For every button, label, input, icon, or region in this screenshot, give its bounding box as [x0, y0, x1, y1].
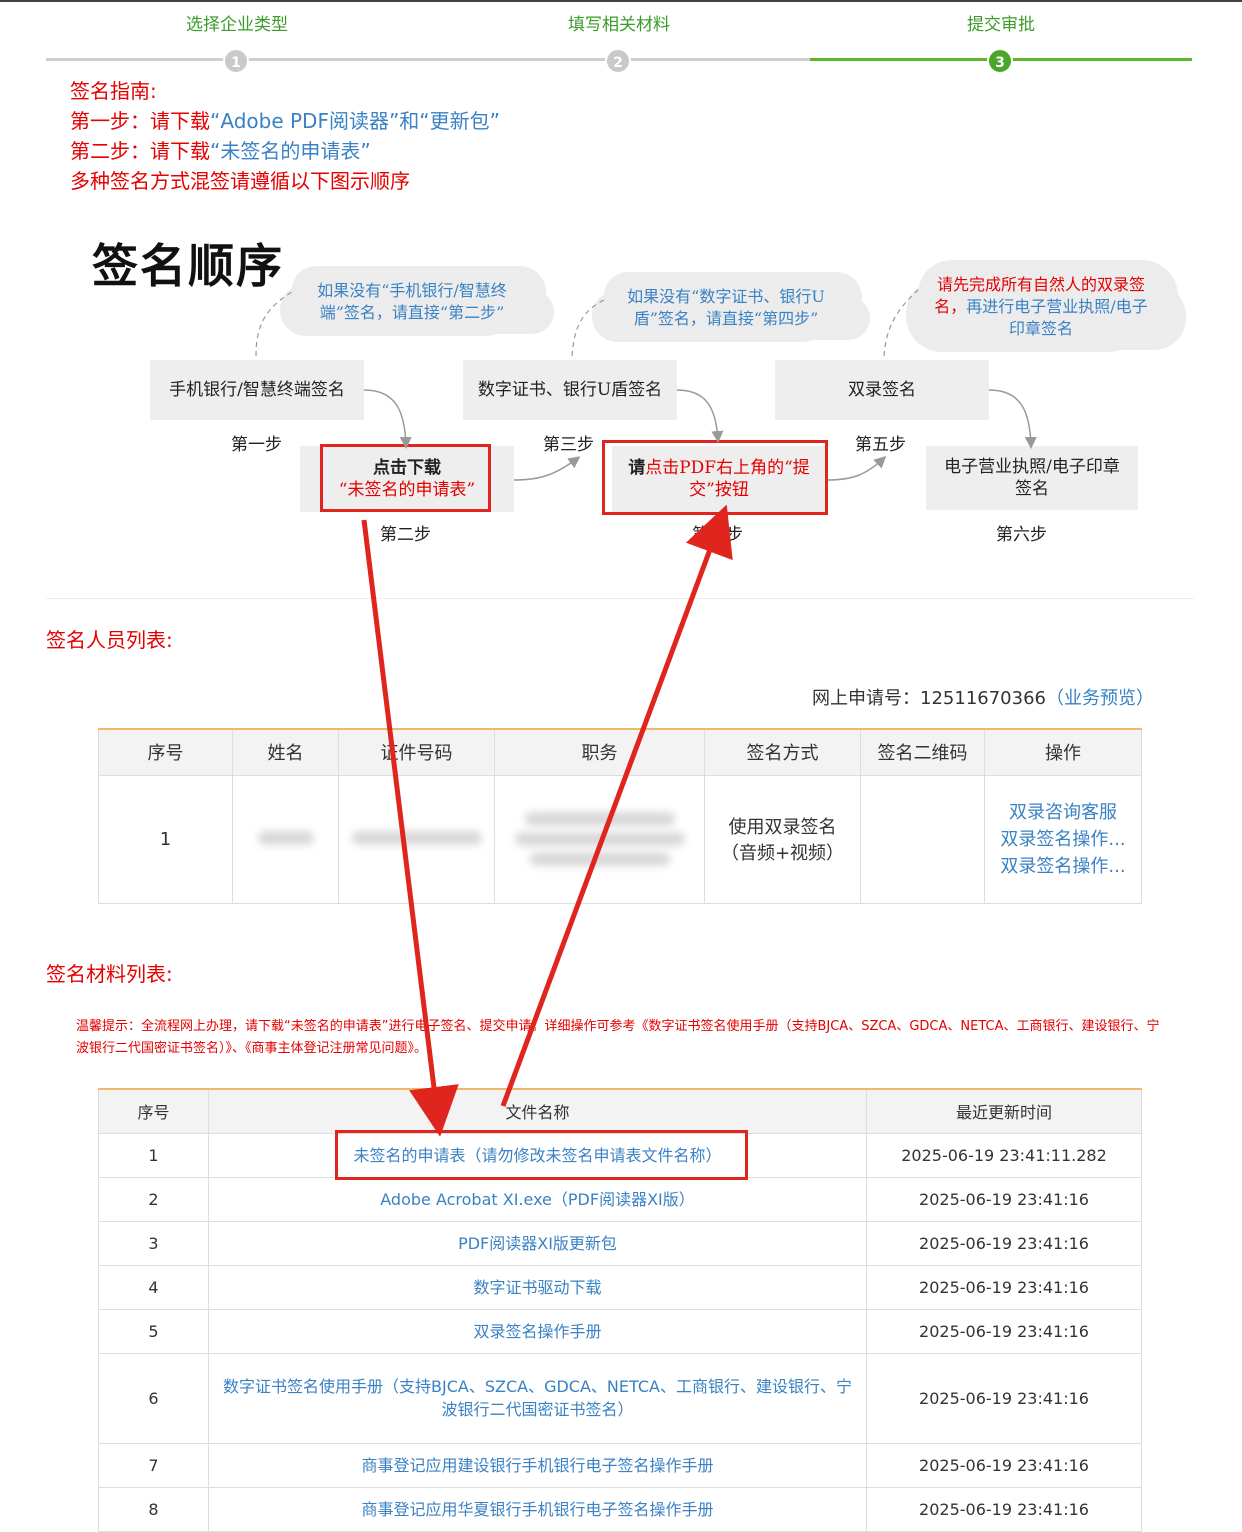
file-link-dual-record-manual[interactable]: 双录签名操作手册 [473, 1322, 601, 1341]
warm-tip: 温馨提示：全流程网上办理，请下载“未签名的申请表”进行电子签名、提交申请。详细操… [76, 1019, 1160, 1056]
cell-id-redacted [338, 774, 495, 904]
guide-step-2: 第二步：请下载“未签名的申请表” [70, 136, 500, 166]
guide-title: 签名指南: [70, 79, 157, 103]
cell-updated-time: 2025-06-19 23:41:16 [866, 1308, 1142, 1354]
cell-updated-time: 2025-06-19 23:41:11.282 [866, 1132, 1142, 1178]
cell-index: 1 [98, 774, 233, 904]
redacted-id [351, 830, 482, 845]
col-header: 签名方式 [704, 728, 861, 776]
cell-updated-time: 2025-06-19 23:41:16 [866, 1442, 1142, 1488]
guide-step-2-prefix: 第二步：请下载 [70, 139, 210, 163]
signers-table: 序号 姓名 证件号码 职务 签名方式 签名二维码 操作 1 使用双录签名 （音频… [98, 728, 1142, 904]
cell-updated-time: 2025-06-19 23:41:16 [866, 1220, 1142, 1266]
cell-name-redacted [232, 774, 339, 904]
signers-section-title: 签名人员列表: [46, 628, 173, 652]
cell-file-name: 数字证书签名使用手册（支持BJCA、SZCA、GDCA、NETCA、工商银行、建… [208, 1352, 867, 1444]
cell-updated-time: 2025-06-19 23:41:16 [866, 1486, 1142, 1532]
col-header: 证件号码 [338, 728, 495, 776]
file-link-cert-sign-manual[interactable]: 数字证书签名使用手册（支持BJCA、SZCA、GDCA、NETCA、工商银行、建… [223, 1377, 852, 1419]
guide-download-form-link[interactable]: “未签名的申请表” [210, 139, 371, 163]
col-header: 文件名称 [208, 1088, 867, 1134]
dual-record-service-link[interactable]: 双录咨询客服 [986, 799, 1140, 826]
annotation-frame-unsigned-form [335, 1130, 748, 1180]
table-row: 3 PDF阅读器XI版更新包 2025-06-19 23:41:16 [98, 1220, 1142, 1266]
table-row: 6 数字证书签名使用手册（支持BJCA、SZCA、GDCA、NETCA、工商银行… [98, 1352, 1142, 1444]
step-number-badge: 1 [223, 48, 249, 74]
guide-step-1-prefix: 第一步：请下载 [70, 109, 210, 133]
progress-stepper: 选择企业类型 1 填写相关材料 2 提交审批 3 [46, 0, 1194, 80]
cell-updated-time: 2025-06-19 23:41:16 [866, 1176, 1142, 1222]
redacted-position [529, 852, 670, 866]
signing-order-diagram: 签名顺序 如果没有“手机银行/智慧终端”签名，请直接“第二步” 如果没有“数字证… [0, 220, 1242, 560]
cell-index: 4 [98, 1264, 209, 1310]
col-header: 职务 [494, 728, 705, 776]
step-choose-company-type: 选择企业类型 1 [46, 0, 428, 80]
dual-record-guide-link[interactable]: 双录签名操作... [986, 826, 1140, 853]
signing-guide: 签名指南: 第一步：请下载“Adobe PDF阅读器”和“更新包” 第二步：请下… [70, 76, 500, 196]
table-row: 1 使用双录签名 （音频+视频） 双录咨询客服 双录签名操作... 双录签名操作… [98, 774, 1142, 904]
col-header: 姓名 [232, 728, 339, 776]
guide-download-reader-link[interactable]: “Adobe PDF阅读器”和“更新包” [210, 109, 500, 133]
cell-index: 2 [98, 1176, 209, 1222]
step-fill-materials: 填写相关材料 2 [428, 0, 810, 80]
file-link-ccb-manual[interactable]: 商事登记应用建设银行手机银行电子签名操作手册 [361, 1456, 713, 1475]
file-link-adobe-reader[interactable]: Adobe Acrobat XI.exe（PDF阅读器XI版） [380, 1190, 695, 1209]
table-row: 5 双录签名操作手册 2025-06-19 23:41:16 [98, 1308, 1142, 1354]
cell-operations: 双录咨询客服 双录签名操作... 双录签名操作... [984, 774, 1142, 904]
step-submit-approval: 提交审批 3 [810, 0, 1192, 80]
cell-file-name: PDF阅读器XI版更新包 [208, 1220, 867, 1266]
cell-sign-method: 使用双录签名 （音频+视频） [704, 774, 861, 904]
cell-index: 3 [98, 1220, 209, 1266]
step-label: 提交审批 [967, 15, 1035, 35]
section-divider [46, 598, 1194, 599]
business-preview-link[interactable]: （业务预览） [1046, 688, 1154, 709]
cell-file-name: 数字证书驱动下载 [208, 1264, 867, 1310]
table-header-row: 序号 姓名 证件号码 职务 签名方式 签名二维码 操作 [98, 728, 1142, 776]
cell-updated-time: 2025-06-19 23:41:16 [866, 1352, 1142, 1444]
cell-index: 6 [98, 1352, 209, 1444]
file-link-reader-update[interactable]: PDF阅读器XI版更新包 [458, 1234, 617, 1253]
cell-file-name: 商事登记应用华夏银行手机银行电子签名操作手册 [208, 1486, 867, 1532]
table-row: 4 数字证书驱动下载 2025-06-19 23:41:16 [98, 1264, 1142, 1310]
cell-file-name: 双录签名操作手册 [208, 1308, 867, 1354]
file-link-cert-driver[interactable]: 数字证书驱动下载 [473, 1278, 601, 1297]
sign-method-line2: （音频+视频） [720, 843, 845, 864]
cell-index: 8 [98, 1486, 209, 1532]
step-label: 选择企业类型 [186, 15, 288, 35]
cell-index: 7 [98, 1442, 209, 1488]
cell-position-redacted [494, 774, 705, 904]
cell-file-name: Adobe Acrobat XI.exe（PDF阅读器XI版） [208, 1176, 867, 1222]
table-row: 7 商事登记应用建设银行手机银行电子签名操作手册 2025-06-19 23:4… [98, 1442, 1142, 1488]
table-header-row: 序号 文件名称 最近更新时间 [98, 1088, 1142, 1134]
redacted-name [257, 830, 314, 845]
cell-index: 5 [98, 1308, 209, 1354]
col-header: 签名二维码 [860, 728, 985, 776]
redacted-position [514, 832, 685, 846]
col-header: 序号 [98, 728, 233, 776]
col-header: 最近更新时间 [866, 1088, 1142, 1134]
col-header: 操作 [984, 728, 1142, 776]
cell-index: 1 [98, 1132, 209, 1178]
app-no-value: 12511670366 [920, 688, 1046, 709]
table-row: 2 Adobe Acrobat XI.exe（PDF阅读器XI版） 2025-0… [98, 1176, 1142, 1222]
step-number-badge: 2 [605, 48, 631, 74]
app-no-label: 网上申请号： [812, 688, 921, 709]
step-number-badge: 3 [987, 48, 1013, 74]
table-row: 8 商事登记应用华夏银行手机银行电子签名操作手册 2025-06-19 23:4… [98, 1486, 1142, 1532]
sign-method-line1: 使用双录签名 [728, 817, 837, 838]
dual-record-guide-link-2[interactable]: 双录签名操作... [986, 853, 1140, 880]
diagram-connectors [255, 289, 1037, 481]
cell-updated-time: 2025-06-19 23:41:16 [866, 1264, 1142, 1310]
cell-sign-qrcode [860, 774, 985, 904]
file-link-hxb-manual[interactable]: 商事登记应用华夏银行手机银行电子签名操作手册 [361, 1500, 713, 1519]
guide-step-1: 第一步：请下载“Adobe PDF阅读器”和“更新包” [70, 106, 500, 136]
application-number: 网上申请号：12511670366（业务预览） [812, 684, 1154, 710]
materials-section-title: 签名材料列表: [46, 962, 173, 986]
redacted-position [524, 812, 675, 826]
col-header: 序号 [98, 1088, 209, 1134]
step-label: 填写相关材料 [568, 15, 670, 35]
guide-step-3: 多种签名方式混签请遵循以下图示顺序 [70, 169, 410, 193]
cell-file-name: 商事登记应用建设银行手机银行电子签名操作手册 [208, 1442, 867, 1488]
